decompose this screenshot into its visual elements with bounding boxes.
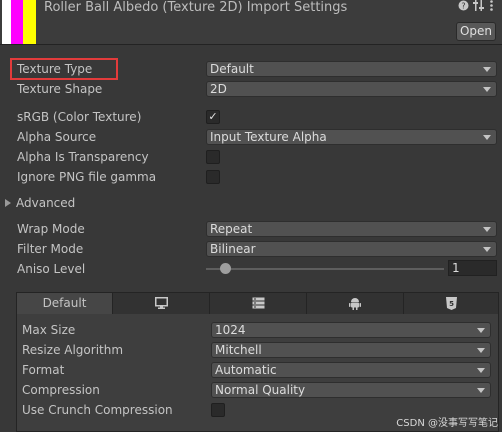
chevron-down-icon	[483, 135, 491, 140]
chevron-down-icon	[477, 348, 485, 353]
chevron-down-icon	[483, 227, 491, 232]
chevron-down-icon	[483, 67, 491, 72]
chevron-right-icon	[5, 199, 11, 207]
resize-algorithm-dropdown[interactable]: Mitchell	[211, 342, 491, 358]
wrap-mode-dropdown[interactable]: Repeat	[206, 221, 497, 237]
chevron-down-icon	[483, 247, 491, 252]
resize-algorithm-value: Mitchell	[215, 343, 262, 357]
alpha-source-label: Alpha Source	[17, 130, 97, 144]
tab-default[interactable]: Default	[17, 293, 113, 314]
filter-mode-value: Bilinear	[210, 242, 256, 256]
format-dropdown[interactable]: Automatic	[211, 362, 491, 378]
aniso-level-input[interactable]: 1	[448, 260, 497, 276]
aniso-level-slider-handle[interactable]	[220, 263, 231, 274]
menu-icon[interactable]	[489, 0, 494, 14]
checkmark-icon: ✓	[208, 110, 218, 123]
alpha-source-dropdown[interactable]: Input Texture Alpha	[206, 129, 497, 145]
texture-type-dropdown[interactable]: Default	[206, 61, 497, 77]
inspector-header: Roller Ball Albedo (Texture 2D) Import S…	[0, 0, 502, 44]
compression-value: Normal Quality	[215, 383, 306, 397]
open-button[interactable]: Open	[456, 22, 496, 41]
svg-text:?: ?	[461, 2, 465, 11]
chevron-down-icon	[477, 368, 485, 373]
monitor-icon	[154, 297, 168, 309]
use-crunch-compression-label: Use Crunch Compression	[22, 403, 173, 417]
alpha-is-transparency-label: Alpha Is Transparency	[17, 150, 149, 164]
tab-android[interactable]	[307, 293, 404, 314]
android-icon	[349, 298, 361, 310]
tab-standalone[interactable]	[113, 293, 210, 314]
alpha-is-transparency-checkbox[interactable]	[206, 150, 220, 164]
platform-tabs: Default 5	[17, 293, 498, 314]
html5-icon: 5	[445, 297, 457, 310]
resize-algorithm-label: Resize Algorithm	[22, 343, 124, 357]
settings-icon[interactable]	[473, 0, 484, 14]
alpha-source-value: Input Texture Alpha	[210, 130, 327, 144]
texture-shape-value: 2D	[210, 82, 227, 96]
tab-webgl[interactable]: 5	[404, 293, 498, 314]
texture-shape-dropdown[interactable]: 2D	[206, 81, 497, 97]
aniso-level-slider-track[interactable]	[206, 268, 444, 270]
filter-mode-label: Filter Mode	[17, 242, 84, 256]
format-value: Automatic	[215, 363, 277, 377]
srgb-checkbox[interactable]: ✓	[206, 110, 220, 124]
inspector-title: Roller Ball Albedo (Texture 2D) Import S…	[44, 0, 348, 15]
texture-type-value: Default	[210, 62, 254, 76]
wrap-mode-value: Repeat	[210, 222, 253, 236]
aniso-level-label: Aniso Level	[17, 262, 86, 276]
compression-dropdown[interactable]: Normal Quality	[211, 382, 491, 398]
help-icon[interactable]: ?	[458, 0, 469, 14]
texture-shape-label: Texture Shape	[17, 82, 103, 96]
watermark: CSDN @没事写写笔记	[396, 418, 498, 429]
ignore-png-gamma-label: Ignore PNG file gamma	[17, 170, 157, 184]
svg-text:5: 5	[449, 300, 454, 308]
srgb-label: sRGB (Color Texture)	[17, 110, 142, 124]
texture-thumbnail	[2, 0, 36, 44]
header-divider	[0, 44, 502, 45]
wrap-mode-label: Wrap Mode	[17, 222, 85, 236]
compression-label: Compression	[22, 383, 100, 397]
filter-mode-dropdown[interactable]: Bilinear	[206, 241, 497, 257]
texture-type-label: Texture Type	[17, 62, 93, 76]
tab-server[interactable]	[210, 293, 307, 314]
server-icon	[252, 297, 264, 309]
tab-default-label: Default	[42, 296, 87, 310]
max-size-value: 1024	[215, 323, 246, 337]
advanced-foldout[interactable]: Advanced	[5, 196, 75, 210]
chevron-down-icon	[483, 87, 491, 92]
advanced-label: Advanced	[16, 196, 76, 210]
chevron-down-icon	[477, 388, 485, 393]
use-crunch-compression-checkbox[interactable]	[211, 403, 225, 417]
format-label: Format	[22, 363, 65, 377]
max-size-label: Max Size	[22, 323, 76, 337]
ignore-png-gamma-checkbox[interactable]	[206, 170, 220, 184]
chevron-down-icon	[477, 328, 485, 333]
max-size-dropdown[interactable]: 1024	[211, 322, 491, 338]
